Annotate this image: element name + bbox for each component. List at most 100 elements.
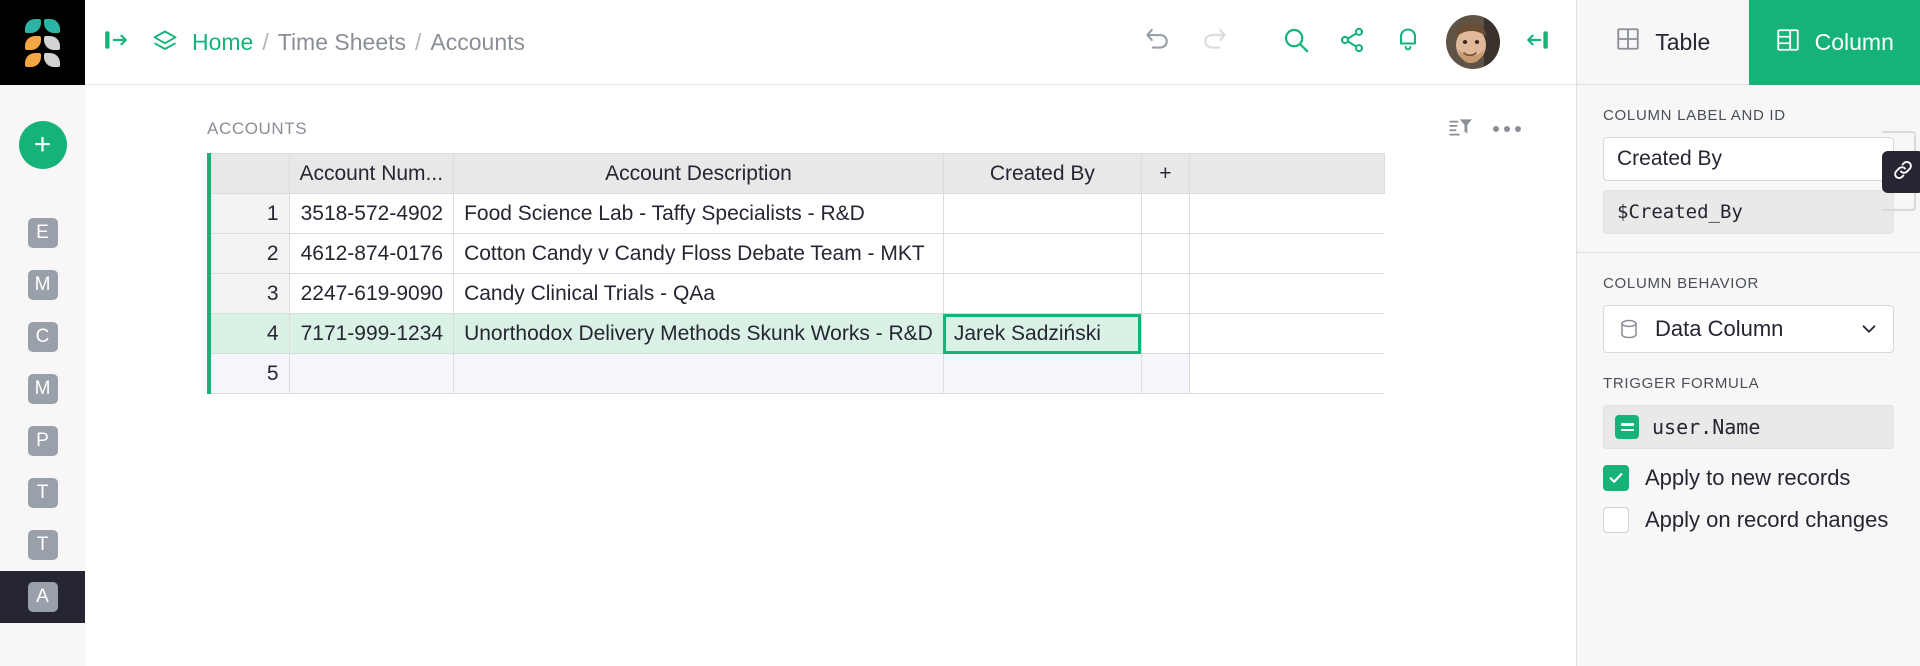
undo-icon <box>1143 25 1173 60</box>
table-row[interactable]: 47171-999-1234Unorthodox Delivery Method… <box>209 314 1384 354</box>
rail-item-badge: A <box>28 582 58 612</box>
cell-account-number[interactable]: 4612-874-0176 <box>289 234 454 274</box>
tab-table[interactable]: Table <box>1577 0 1749 85</box>
column-header-account-number[interactable]: Account Num... <box>289 154 454 194</box>
row-number[interactable]: 3 <box>209 274 289 314</box>
cell-filler <box>1189 274 1384 314</box>
cell-filler-plus <box>1141 194 1189 234</box>
notifications-button[interactable] <box>1380 14 1436 70</box>
cell-account-description[interactable]: Candy Clinical Trials - QAa <box>454 274 944 314</box>
add-column-button[interactable]: + <box>1141 154 1189 194</box>
cell-account-number[interactable] <box>289 354 454 394</box>
checkbox-checked-icon[interactable] <box>1603 465 1629 491</box>
widget-title: ACCOUNTS <box>207 119 307 139</box>
cell-filler <box>1189 194 1384 234</box>
expand-left-panel-button[interactable] <box>103 27 129 58</box>
rail-item-5[interactable]: T <box>0 467 85 519</box>
row-number[interactable]: 5 <box>209 354 289 394</box>
cell-created-by[interactable]: Jarek Sadziński <box>943 314 1141 354</box>
collapse-right-panel-button[interactable] <box>1510 14 1566 70</box>
share-button[interactable] <box>1324 14 1380 70</box>
checkbox-row-0[interactable]: Apply to new records <box>1603 465 1894 491</box>
derive-id-from-label-button[interactable] <box>1882 151 1920 193</box>
breadcrumb-separator-1: / <box>262 29 268 56</box>
row-number[interactable]: 1 <box>209 194 289 234</box>
table-row[interactable]: 24612-874-0176Cotton Candy v Candy Floss… <box>209 234 1384 274</box>
rail-item-7[interactable]: A <box>0 571 85 623</box>
cell-account-description[interactable]: Food Science Lab - Taffy Specialists - R… <box>454 194 944 234</box>
data-grid[interactable]: Account Num... Account Description Creat… <box>207 153 1534 666</box>
trigger-formula-options: Apply to new records Apply on record chan… <box>1603 465 1894 533</box>
grist-logo[interactable] <box>0 0 85 85</box>
rail-item-badge: C <box>28 322 58 352</box>
avatar-photo <box>1446 15 1500 69</box>
column-header-created-by[interactable]: Created By <box>943 154 1141 194</box>
grid-body: 13518-572-4902Food Science Lab - Taffy S… <box>209 194 1384 394</box>
column-label-value: Created By <box>1617 147 1722 171</box>
redo-button[interactable] <box>1186 14 1242 70</box>
trigger-formula-field[interactable]: user.Name <box>1603 405 1894 449</box>
rail-item-badge: M <box>28 374 58 404</box>
tab-table-label: Table <box>1655 29 1710 56</box>
widget-header: ACCOUNTS <box>85 105 1576 153</box>
cell-filler-plus <box>1141 274 1189 314</box>
breadcrumb-home[interactable]: Home <box>192 29 253 56</box>
rail-item-0[interactable]: E <box>0 207 85 259</box>
avatar[interactable] <box>1446 15 1500 69</box>
cell-account-description[interactable]: Unorthodox Delivery Methods Skunk Works … <box>454 314 944 354</box>
column-header-account-description[interactable]: Account Description <box>454 154 944 194</box>
add-new-button[interactable]: + <box>19 121 67 169</box>
rail-item-badge: T <box>28 478 58 508</box>
tab-column[interactable]: Column <box>1749 0 1920 85</box>
tab-column-label: Column <box>1815 29 1894 56</box>
table-row[interactable]: 13518-572-4902Food Science Lab - Taffy S… <box>209 194 1384 234</box>
cell-account-number[interactable]: 2247-619-9090 <box>289 274 454 314</box>
rail-item-4[interactable]: P <box>0 415 85 467</box>
cell-created-by[interactable] <box>943 274 1141 314</box>
rail-item-2[interactable]: C <box>0 311 85 363</box>
widget-menu-button[interactable] <box>1484 109 1530 149</box>
trigger-formula-value: user.Name <box>1652 415 1760 439</box>
row-number[interactable]: 2 <box>209 234 289 274</box>
undo-button[interactable] <box>1130 14 1186 70</box>
column-behavior-section: COLUMN BEHAVIOR Data Column <box>1577 252 1920 353</box>
cell-filler-plus <box>1141 314 1189 354</box>
cell-account-number[interactable]: 7171-999-1234 <box>289 314 454 354</box>
main-area: Home / Time Sheets / Accounts <box>85 0 1576 666</box>
rail-item-badge: E <box>28 218 58 248</box>
app-root: + EMCMPTTA Home <box>0 0 1920 666</box>
cell-created-by[interactable] <box>943 194 1141 234</box>
cell-created-by[interactable] <box>943 354 1141 394</box>
column-label-input[interactable]: Created By <box>1603 137 1894 181</box>
rail-item-1[interactable]: M <box>0 259 85 311</box>
row-number[interactable]: 4 <box>209 314 289 354</box>
layers-icon <box>151 28 179 56</box>
breadcrumb-time-sheets[interactable]: Time Sheets <box>278 29 406 56</box>
cell-account-number[interactable]: 3518-572-4902 <box>289 194 454 234</box>
column-behavior-select[interactable]: Data Column <box>1603 305 1894 353</box>
cell-account-description[interactable]: Cotton Candy v Candy Floss Debate Team -… <box>454 234 944 274</box>
trigger-formula-section: TRIGGER FORMULA user.Name Apply to new r… <box>1577 353 1920 533</box>
table-row[interactable]: 32247-619-9090Candy Clinical Trials - QA… <box>209 274 1384 314</box>
column-id-input[interactable]: $Created_By <box>1603 190 1894 234</box>
plus-icon: + <box>34 130 52 160</box>
table-row[interactable]: 5 <box>209 354 1384 394</box>
column-header-rownum[interactable] <box>209 154 289 194</box>
collapse-panel-icon <box>1525 27 1551 58</box>
cell-filler-plus <box>1141 354 1189 394</box>
top-bar: Home / Time Sheets / Accounts <box>85 0 1576 85</box>
expand-panel-icon <box>103 27 129 58</box>
checkbox-unchecked-icon[interactable] <box>1603 507 1629 533</box>
checkbox-row-1[interactable]: Apply on record changes <box>1603 507 1894 533</box>
column-header-filler <box>1189 154 1384 194</box>
sort-filter-button[interactable] <box>1438 109 1484 149</box>
rail-item-6[interactable]: T <box>0 519 85 571</box>
rail-item-badge: M <box>28 270 58 300</box>
rail-item-3[interactable]: M <box>0 363 85 415</box>
cell-account-description[interactable] <box>454 354 944 394</box>
equals-icon <box>1615 415 1639 439</box>
grid-header-row: Account Num... Account Description Creat… <box>209 154 1384 194</box>
search-button[interactable] <box>1268 14 1324 70</box>
breadcrumb-current-page: Accounts <box>430 29 525 56</box>
cell-created-by[interactable] <box>943 234 1141 274</box>
